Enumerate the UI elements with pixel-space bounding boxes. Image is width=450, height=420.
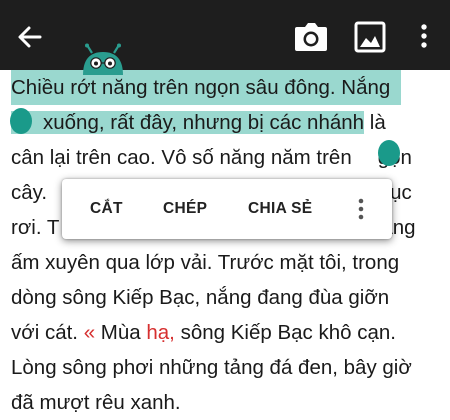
mascot-icon (83, 43, 123, 75)
text-line-10: đã mượt rêu xanh. (11, 391, 181, 414)
text-line-1: Chiều rớt năng trên ngọn sâu đông. Nắng (11, 70, 450, 105)
more-options-button[interactable] (412, 20, 436, 52)
share-button[interactable]: CHIA SẺ (248, 179, 312, 239)
copy-button[interactable]: CHÉP (163, 179, 207, 239)
cut-button[interactable]: CẮT (90, 179, 123, 239)
arrow-back-icon (18, 26, 42, 48)
article-text[interactable]: Chiều rớt năng trên ngọn sâu đông. Nắng … (11, 70, 450, 420)
selection-handle-end[interactable] (378, 140, 400, 166)
text-line-2-rest: là (364, 111, 386, 134)
highlighted-word: hạ, (146, 321, 175, 344)
quote-mark: « (83, 321, 96, 344)
more-vert-icon (421, 24, 427, 48)
selected-text-2: xuống, rất đây, nhưng bị các nhánh (11, 111, 365, 134)
text-line-2: xuống, rất đây, nhưng bị các nhánh là (11, 105, 450, 140)
menu-more-button[interactable] (353, 197, 369, 221)
text-line-8: với cát. « Mùa hạ, sông Kiếp Bạc khô cạn… (11, 321, 396, 344)
more-vert-icon (358, 198, 364, 220)
selection-handle-start[interactable] (10, 108, 32, 134)
gallery-button[interactable] (354, 21, 386, 53)
selected-text-1: Chiều rớt năng trên ngọn sâu đông. Nắng (11, 70, 402, 105)
camera-icon (295, 23, 327, 51)
camera-button[interactable] (294, 22, 328, 52)
image-icon (354, 21, 386, 53)
text-line-9: Lòng sông phơi những tảng đá đen, bây gi… (11, 356, 412, 379)
text-line-7: dòng sông Kiếp Bạc, nắng đang đùa giỡn (11, 286, 390, 309)
back-button[interactable] (14, 22, 46, 52)
app-toolbar (0, 0, 450, 70)
text-selection-menu: CẮT CHÉP CHIA SẺ (62, 179, 392, 239)
text-line-6: ấm xuyên qua lớp vải. Trước mặt tôi, tro… (11, 251, 400, 274)
